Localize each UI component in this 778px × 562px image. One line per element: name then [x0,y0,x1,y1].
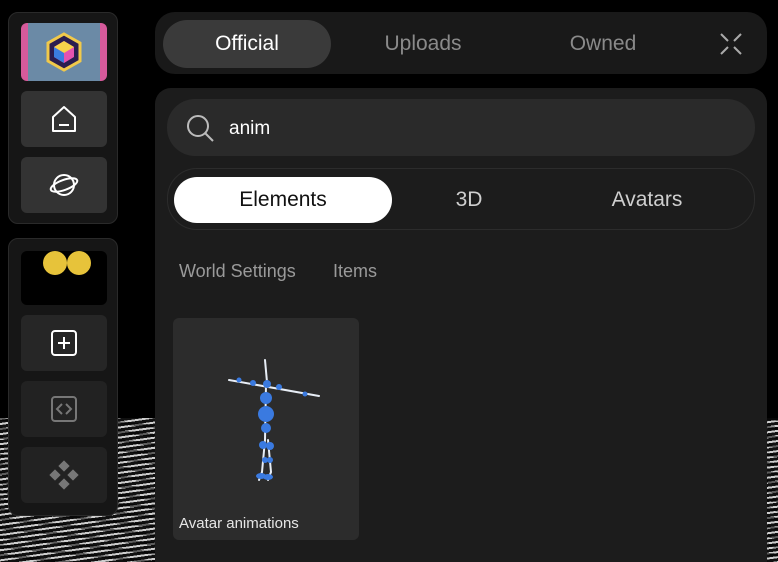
tab-uploads[interactable]: Uploads [341,20,505,68]
segment-3d[interactable]: 3D [398,177,540,223]
filter-items[interactable]: Items [333,261,377,282]
close-icon [720,33,742,55]
segment-avatars[interactable]: Avatars [558,177,736,223]
explore-button[interactable] [21,157,107,213]
home-button[interactable] [21,91,107,147]
code-icon [51,396,77,422]
tab-official[interactable]: Official [163,20,331,68]
result-card-label: Avatar animations [179,515,299,532]
segment-elements[interactable]: Elements [174,177,392,223]
skeleton-thumbnail [228,359,320,481]
add-icon [51,330,77,356]
planet-icon [49,174,79,196]
avatar-thumbnail-part [67,251,91,275]
search-input[interactable] [227,99,731,158]
library-panel: Elements 3D Avatars World Settings Items [155,88,767,562]
search-icon [187,115,214,142]
app-logo-icon [46,32,82,72]
result-card[interactable]: Avatar animations [173,318,359,540]
dock-top [8,12,118,224]
app-logo-button[interactable] [21,23,107,81]
tab-owned[interactable]: Owned [519,20,687,68]
add-button[interactable] [21,315,107,371]
search-bar [167,99,755,158]
filter-world-settings[interactable]: World Settings [179,261,296,282]
source-tabs: Official Uploads Owned [155,12,767,74]
home-icon [52,106,76,132]
dock-bottom [8,238,118,516]
category-segmented-control: Elements 3D Avatars [167,168,755,230]
code-button[interactable] [21,381,107,437]
avatar-thumbnail [43,251,67,275]
diamond-grid-icon [49,460,79,490]
avatar-button[interactable] [21,251,107,305]
close-button[interactable] [717,30,745,58]
components-button[interactable] [21,447,107,503]
